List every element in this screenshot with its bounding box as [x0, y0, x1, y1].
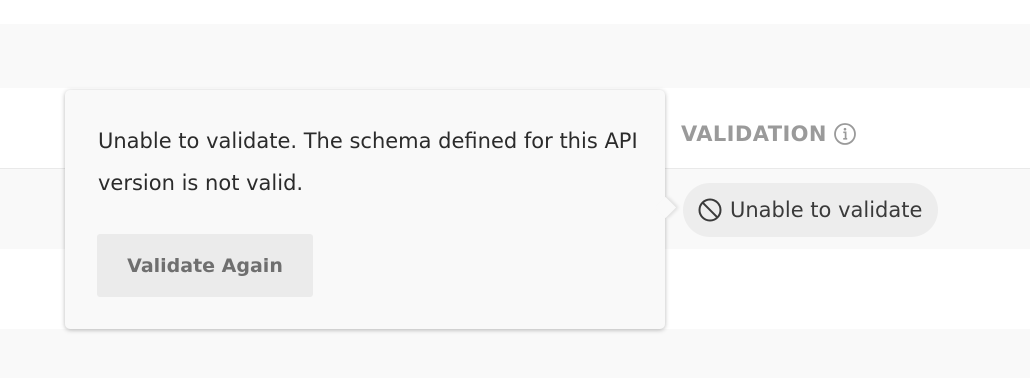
table-row — [0, 329, 1030, 378]
table-row — [0, 0, 1030, 24]
validation-status-badge[interactable]: Unable to validate — [683, 183, 939, 237]
ban-icon — [697, 197, 723, 223]
table-row — [0, 24, 1030, 88]
validation-header-label: VALIDATION — [681, 122, 827, 146]
info-icon[interactable] — [833, 122, 857, 146]
validation-popover: Unable to validate. The schema defined f… — [65, 90, 677, 329]
popover-message: Unable to validate. The schema defined f… — [98, 129, 638, 195]
validation-status-label: Unable to validate — [730, 198, 923, 222]
validation-column-header: VALIDATION — [681, 122, 857, 146]
validate-again-button[interactable]: Validate Again — [97, 234, 313, 297]
